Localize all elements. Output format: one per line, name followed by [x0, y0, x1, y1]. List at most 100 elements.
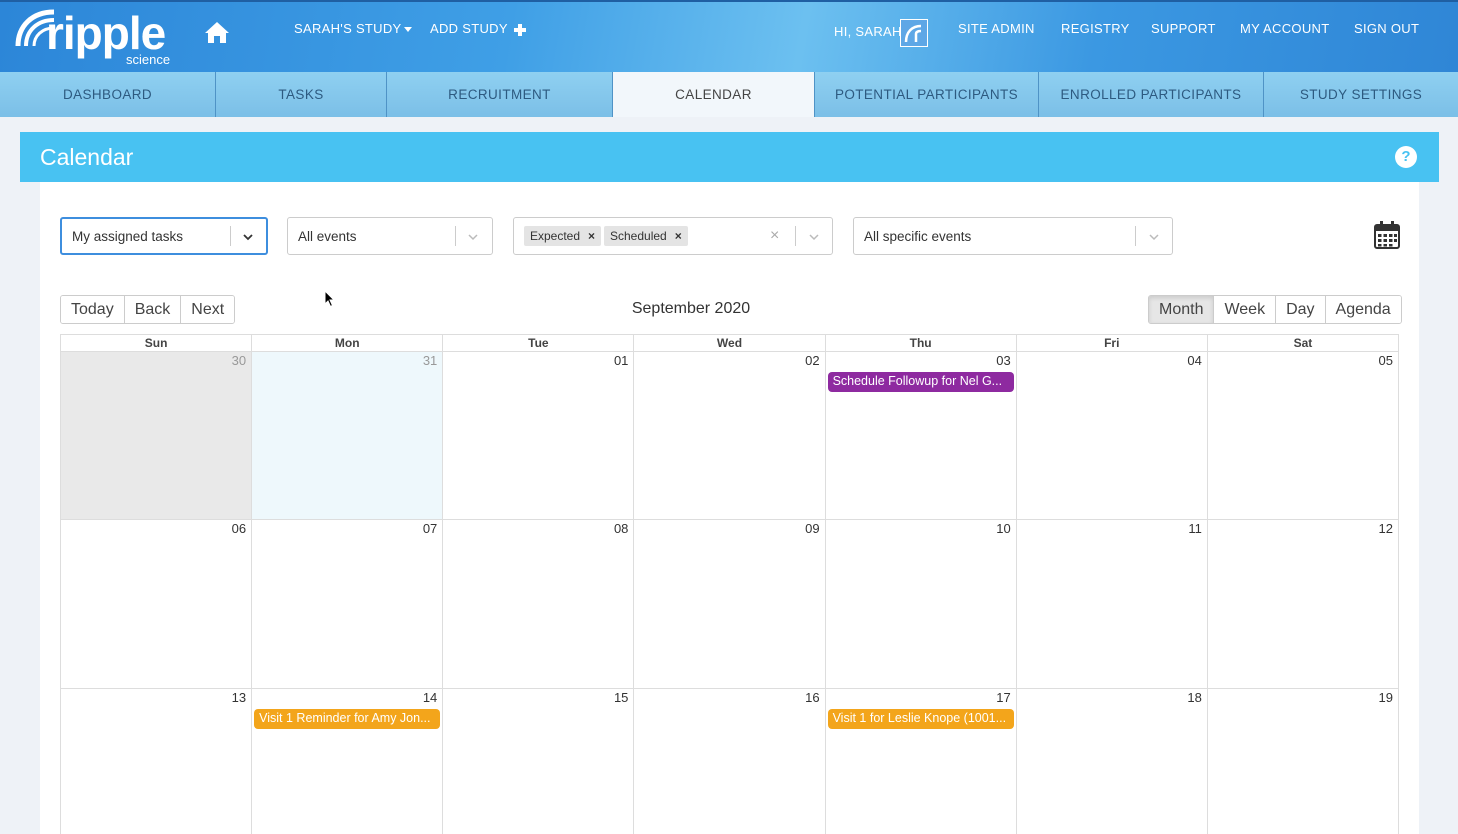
day-number[interactable]: 14 [423, 690, 437, 705]
tab-recruitment[interactable]: RECRUITMENT [387, 72, 613, 117]
avatar[interactable] [900, 19, 928, 47]
add-study-label: ADD STUDY [430, 21, 508, 36]
day-cell[interactable]: 19 [1207, 689, 1398, 834]
chip-expected-label: Expected [530, 229, 581, 243]
day-number[interactable]: 11 [1188, 521, 1202, 536]
help-icon[interactable]: ? [1395, 146, 1417, 168]
calendar-icon[interactable] [1374, 221, 1400, 249]
day-cell[interactable]: 14 Visit 1 Reminder for Amy Jon... [252, 689, 444, 834]
day-number[interactable]: 07 [423, 521, 437, 536]
mouse-cursor-icon [324, 290, 336, 308]
clear-icon[interactable]: × [770, 227, 779, 245]
day-number[interactable]: 03 [996, 353, 1010, 368]
day-number[interactable]: 06 [232, 521, 246, 536]
registry-link[interactable]: REGISTRY [1061, 21, 1130, 36]
day-number[interactable]: 10 [996, 521, 1010, 536]
assigned-tasks-value: My assigned tasks [72, 229, 184, 244]
week-row: 30 31 01 02 03 Schedule Followup for Nel… [61, 352, 1398, 520]
day-cell[interactable]: 04 [1016, 352, 1208, 519]
day-number[interactable]: 18 [1187, 690, 1201, 705]
status-multiselect[interactable]: Expected × Scheduled × × [513, 217, 833, 255]
day-cell[interactable]: 12 [1207, 520, 1398, 688]
weekday-header: Sun [61, 335, 253, 351]
day-cell[interactable]: 06 [61, 520, 253, 688]
weekday-header: Mon [252, 335, 444, 351]
select-separator [230, 226, 231, 246]
day-view-button[interactable]: Day [1276, 296, 1326, 323]
calendar-event[interactable]: Visit 1 for Leslie Knope (1001... [827, 709, 1014, 729]
day-number[interactable]: 04 [1187, 353, 1201, 368]
study-menu-label: SARAH'S STUDY [294, 21, 402, 36]
day-cell[interactable]: 18 [1016, 689, 1208, 834]
weekday-header: Sat [1293, 336, 1313, 350]
day-number[interactable]: 08 [614, 521, 628, 536]
tab-calendar[interactable]: CALENDAR [613, 72, 815, 117]
day-cell[interactable]: 09 [634, 520, 826, 688]
weekday-header: Fri [1017, 335, 1208, 351]
study-menu[interactable]: SARAH'S STUDY [294, 21, 412, 36]
tab-tasks[interactable]: TASKS [216, 72, 387, 117]
day-cell[interactable]: 03 Schedule Followup for Nel G... [825, 352, 1017, 519]
day-cell[interactable]: 17 Visit 1 for Leslie Knope (1001... [825, 689, 1017, 834]
specific-events-select[interactable]: All specific events [853, 217, 1173, 255]
chevron-down-icon[interactable] [243, 232, 253, 242]
today-button[interactable]: Today [61, 296, 125, 323]
day-cell[interactable]: 30 [61, 352, 253, 519]
remove-chip-icon[interactable]: × [588, 229, 595, 243]
day-cell[interactable]: 08 [443, 520, 635, 688]
add-study-button[interactable]: ADD STUDY [430, 21, 526, 36]
tab-enrolled-participants[interactable]: ENROLLED PARTICIPANTS [1039, 72, 1264, 117]
page-title: Calendar [40, 144, 134, 170]
week-view-button[interactable]: Week [1214, 296, 1277, 323]
back-button[interactable]: Back [124, 296, 182, 323]
day-number[interactable]: 12 [1379, 521, 1393, 536]
site-admin-link[interactable]: SITE ADMIN [958, 21, 1035, 36]
month-view-button[interactable]: Month [1149, 296, 1215, 323]
day-cell[interactable]: 11 [1016, 520, 1208, 688]
day-cell[interactable]: 13 [61, 689, 253, 834]
tab-potential-participants[interactable]: POTENTIAL PARTICIPANTS [815, 72, 1039, 117]
day-number[interactable]: 31 [423, 353, 437, 368]
calendar-event[interactable]: Schedule Followup for Nel G... [827, 372, 1014, 392]
chevron-down-icon[interactable] [1149, 232, 1159, 242]
day-number[interactable]: 02 [805, 353, 819, 368]
day-cell[interactable]: 01 [443, 352, 635, 519]
user-greeting: HI, SARAH [834, 24, 902, 39]
day-number[interactable]: 01 [614, 353, 628, 368]
specific-events-value: All specific events [864, 229, 972, 244]
day-cell[interactable]: 16 [634, 689, 826, 834]
calendar-event[interactable]: Visit 1 Reminder for Amy Jon... [254, 709, 441, 729]
agenda-view-button[interactable]: Agenda [1325, 296, 1401, 323]
day-number[interactable]: 15 [614, 690, 628, 705]
day-cell[interactable]: 05 [1207, 352, 1398, 519]
day-number[interactable]: 09 [805, 521, 819, 536]
day-cell[interactable]: 02 [634, 352, 826, 519]
tab-study-settings[interactable]: STUDY SETTINGS [1264, 72, 1458, 117]
next-button[interactable]: Next [181, 296, 235, 323]
day-cell[interactable]: 15 [443, 689, 635, 834]
assigned-tasks-select[interactable]: My assigned tasks [60, 217, 268, 255]
month-label: September 2020 [631, 300, 751, 317]
weekday-header: Tue [443, 335, 635, 351]
ripple-logo[interactable]: ripple science [14, 6, 170, 68]
sign-out-link[interactable]: SIGN OUT [1354, 21, 1419, 36]
day-number[interactable]: 13 [232, 690, 246, 705]
day-number[interactable]: 30 [232, 353, 246, 368]
remove-chip-icon[interactable]: × [675, 229, 682, 243]
day-cell[interactable]: 07 [252, 520, 444, 688]
logo-text: ripple [46, 7, 166, 59]
day-number[interactable]: 05 [1379, 353, 1393, 368]
events-select[interactable]: All events [287, 217, 493, 255]
support-link[interactable]: SUPPORT [1151, 21, 1216, 36]
tab-dashboard[interactable]: DASHBOARD [0, 72, 216, 117]
chip-scheduled-label: Scheduled [610, 229, 667, 243]
day-cell[interactable]: 10 [825, 520, 1017, 688]
day-cell[interactable]: 31 [252, 352, 444, 519]
chevron-down-icon[interactable] [468, 232, 478, 242]
home-icon[interactable] [204, 20, 230, 44]
day-number[interactable]: 17 [996, 690, 1010, 705]
chevron-down-icon[interactable] [809, 232, 819, 242]
day-number[interactable]: 19 [1379, 690, 1393, 705]
day-number[interactable]: 16 [805, 690, 819, 705]
my-account-link[interactable]: MY ACCOUNT [1240, 21, 1329, 36]
